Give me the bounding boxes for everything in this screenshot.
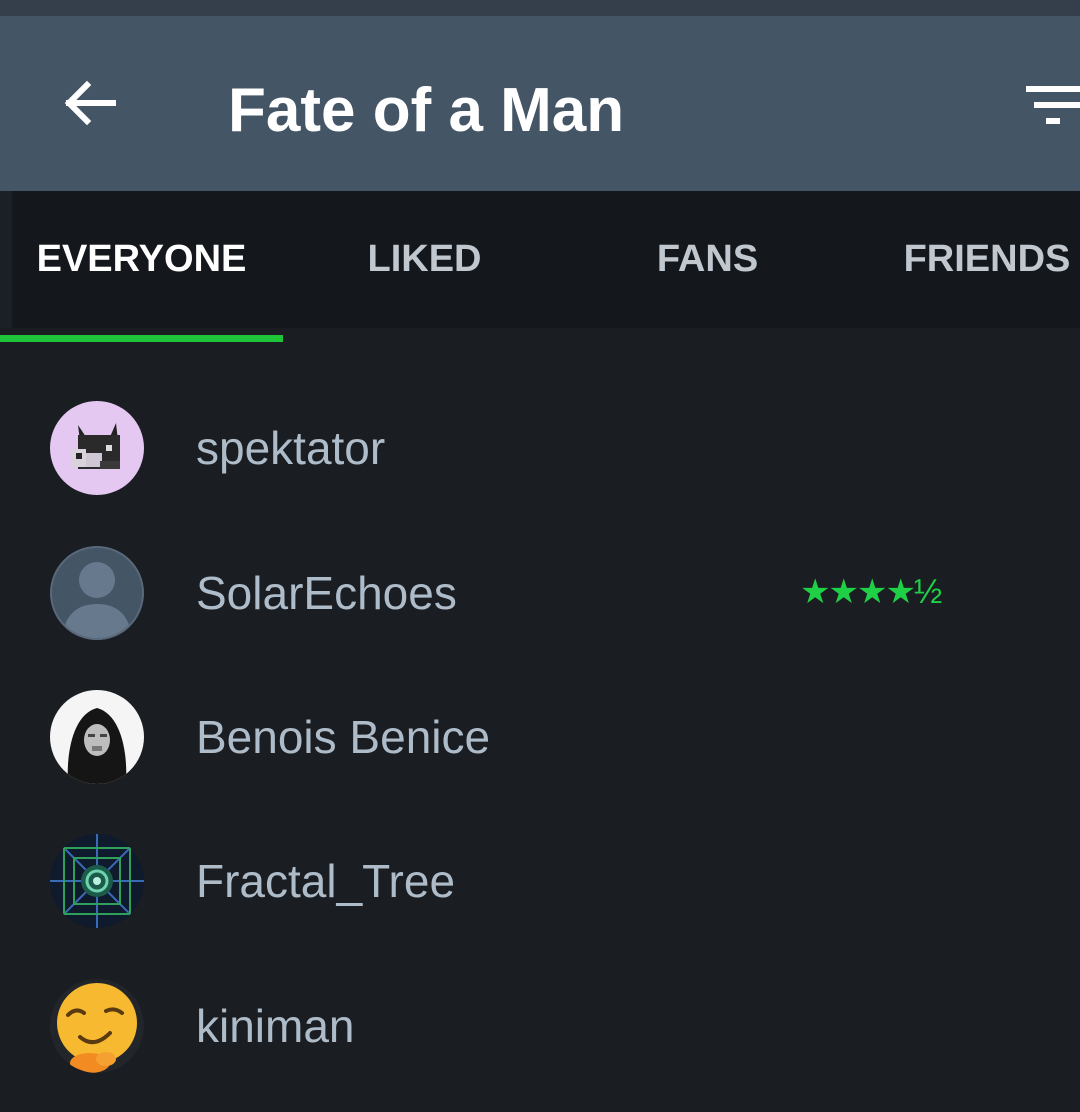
smirk-emoji-avatar [50, 979, 144, 1073]
cat-avatar [50, 401, 144, 495]
fractal-avatar [50, 834, 144, 928]
back-button[interactable] [44, 58, 134, 148]
member-row-solarechoes[interactable]: SolarEchoes ★★★★½ [0, 520, 1080, 664]
default-person-avatar [50, 546, 144, 640]
member-row-fractal-tree[interactable]: Fractal_Tree [0, 808, 1080, 952]
filter-button[interactable] [1018, 82, 1080, 152]
status-bar [0, 0, 1080, 16]
tab-friends[interactable]: FRIENDS [849, 191, 1080, 328]
member-row-kiniman[interactable]: kiniman [0, 953, 1080, 1097]
member-name: SolarEchoes [196, 567, 457, 619]
member-name: spektator [196, 422, 386, 474]
tab-everyone[interactable]: EVERYONE [0, 191, 283, 328]
member-name: Fractal_Tree [196, 855, 456, 907]
tab-liked[interactable]: LIKED [283, 191, 566, 328]
member-name: kiniman [196, 1000, 355, 1052]
rating-stars: ★★★★½ [800, 573, 942, 611]
member-row-spektator[interactable]: spektator [0, 375, 1080, 519]
page-title: Fate of a Man [228, 76, 625, 145]
app-screen: Fate of a Man EVERYONE LIKED FANS FRIEND… [0, 0, 1080, 1112]
member-row-benois-benice[interactable]: Benois Benice [0, 664, 1080, 808]
app-bar: Fate of a Man [0, 16, 1080, 191]
tab-fans[interactable]: FANS [566, 191, 849, 328]
hooded-figure-avatar [50, 690, 144, 784]
member-name: Benois Benice [196, 711, 491, 763]
active-tab-indicator [0, 335, 283, 342]
filter-icon [1026, 86, 1080, 124]
arrow-left-icon [64, 80, 116, 126]
